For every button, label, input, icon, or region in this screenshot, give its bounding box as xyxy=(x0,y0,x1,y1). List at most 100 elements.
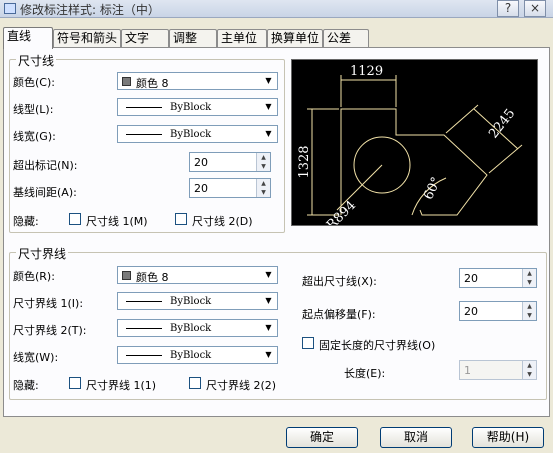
suppress-ext-line-1-label: 尺寸界线 1(1) xyxy=(86,379,157,392)
title-bar: 修改标注样式: 标注（中） ? × xyxy=(0,0,553,18)
extend-beyond-ticks-spinner[interactable]: 20 ▲ ▼ xyxy=(189,152,271,172)
baseline-spacing-value: 20 xyxy=(194,182,208,195)
ext-linetype-1-label: 尺寸界线 1(I): xyxy=(13,297,84,310)
tab-text[interactable]: 文字 xyxy=(121,29,169,48)
dimension-lines-group: 尺寸线 颜色(C): 颜色 8 ▼ 线型(L): ByBlock ▼ 线宽(G)… xyxy=(9,52,285,233)
length-spinner[interactable]: 1 ▲ ▼ xyxy=(459,360,537,380)
preview-dim-text: R894 xyxy=(324,198,359,225)
extend-beyond-dim-spinner[interactable]: 20 ▲ ▼ xyxy=(459,268,537,288)
fixed-length-checkbox[interactable] xyxy=(302,337,314,349)
origin-offset-label: 起点偏移量(F): xyxy=(302,308,376,321)
group-title-extension-lines: 尺寸界线 xyxy=(16,245,69,262)
preview-dim-text: 60° xyxy=(421,175,444,202)
group-title-dimension-lines: 尺寸线 xyxy=(16,52,57,69)
length-value: 1 xyxy=(464,364,471,377)
dim-color-select[interactable]: 颜色 8 ▼ xyxy=(117,72,278,90)
help-button[interactable]: 帮助(H) xyxy=(472,427,544,448)
line-sample xyxy=(126,301,162,302)
close-title-button[interactable]: × xyxy=(524,0,546,17)
ok-button[interactable]: 确定 xyxy=(286,427,358,448)
length-label: 长度(E): xyxy=(344,367,386,380)
ext-linetype-1-select[interactable]: ByBlock ▼ xyxy=(117,292,278,310)
dropdown-arrow-icon: ▼ xyxy=(265,296,272,305)
suppress-ext-line-1-checkbox[interactable] xyxy=(69,377,81,389)
spin-up-icon[interactable]: ▲ xyxy=(522,269,536,278)
preview-dim-text: 1129 xyxy=(350,64,383,79)
suppress-dim-line-1-checkbox[interactable] xyxy=(69,213,81,225)
dropdown-arrow-icon: ▼ xyxy=(265,323,272,332)
line-sample xyxy=(126,328,162,329)
fixed-length-label: 固定长度的尺寸界线(O) xyxy=(319,339,436,352)
ext-lineweight-select[interactable]: ByBlock ▼ xyxy=(117,346,278,364)
preview-pane: 1129 1328 2245 60° R894 xyxy=(291,59,538,233)
ext-color-value: 颜色 8 xyxy=(136,271,169,284)
color-swatch xyxy=(122,271,131,280)
ext-linetype-2-label: 尺寸界线 2(T): xyxy=(13,324,87,337)
spin-up-icon[interactable]: ▲ xyxy=(522,302,536,311)
origin-offset-value: 20 xyxy=(464,305,478,318)
line-sample xyxy=(126,355,162,356)
extend-beyond-dim-label: 超出尺寸线(X): xyxy=(302,275,377,288)
dim-suppress-label: 隐藏: xyxy=(13,215,39,228)
preview-ext-line xyxy=(488,144,523,174)
suppress-ext-line-2-checkbox[interactable] xyxy=(189,377,201,389)
extend-beyond-ticks-label: 超出标记(N): xyxy=(13,159,78,172)
spin-down-icon[interactable]: ▼ xyxy=(522,278,536,287)
extension-lines-group: 尺寸界线 颜色(R): 颜色 8 ▼ 尺寸界线 1(I): ByBlock ▼ … xyxy=(9,245,547,400)
line-sample xyxy=(126,107,162,108)
baseline-spacing-label: 基线间距(A): xyxy=(13,186,77,199)
suppress-ext-line-2-label: 尺寸界线 2(2) xyxy=(206,379,277,392)
spin-up-icon[interactable]: ▲ xyxy=(256,153,270,162)
dim-lineweight-label: 线宽(G): xyxy=(13,130,56,143)
tab-lines[interactable]: 直线 xyxy=(3,27,53,49)
dim-lineweight-value: ByBlock xyxy=(170,129,212,140)
dropdown-arrow-icon: ▼ xyxy=(265,350,272,359)
app-icon xyxy=(4,3,16,14)
ext-color-label: 颜色(R): xyxy=(13,270,55,283)
cancel-button[interactable]: 取消 xyxy=(380,427,452,448)
tab-tolerances[interactable]: 公差 xyxy=(323,29,369,48)
ext-lineweight-value: ByBlock xyxy=(170,350,212,361)
dropdown-arrow-icon: ▼ xyxy=(265,102,272,111)
ext-linetype-2-value: ByBlock xyxy=(170,323,212,334)
preview-ext-line xyxy=(445,104,479,134)
color-swatch xyxy=(122,77,131,86)
preview-dim-text: 1328 xyxy=(297,145,312,178)
suppress-dim-line-2-checkbox[interactable] xyxy=(175,213,187,225)
suppress-dim-line-1-label: 尺寸线 1(M) xyxy=(86,215,148,228)
dim-color-value: 颜色 8 xyxy=(136,77,169,90)
dim-linetype-label: 线型(L): xyxy=(13,103,54,116)
tab-panel: 尺寸线 颜色(C): 颜色 8 ▼ 线型(L): ByBlock ▼ 线宽(G)… xyxy=(3,47,550,417)
spin-down-icon[interactable]: ▼ xyxy=(256,188,270,197)
window-title: 修改标注样式: 标注（中） xyxy=(20,3,160,17)
ext-suppress-label: 隐藏: xyxy=(13,379,39,392)
ext-lineweight-label: 线宽(W): xyxy=(13,351,59,364)
suppress-dim-line-2-label: 尺寸线 2(D) xyxy=(192,215,253,228)
origin-offset-spinner[interactable]: 20 ▲ ▼ xyxy=(459,301,537,321)
line-sample xyxy=(126,134,162,135)
dim-linetype-value: ByBlock xyxy=(170,102,212,113)
spin-up-icon[interactable]: ▲ xyxy=(522,361,536,370)
extend-beyond-dim-value: 20 xyxy=(464,272,478,285)
extend-beyond-ticks-value: 20 xyxy=(194,156,208,169)
dropdown-arrow-icon: ▼ xyxy=(265,76,272,85)
help-title-button[interactable]: ? xyxy=(497,0,519,17)
tab-fit[interactable]: 调整 xyxy=(169,29,217,48)
dim-lineweight-select[interactable]: ByBlock ▼ xyxy=(117,125,278,143)
ext-color-select[interactable]: 颜色 8 ▼ xyxy=(117,266,278,284)
dim-linetype-select[interactable]: ByBlock ▼ xyxy=(117,98,278,116)
dim-color-label: 颜色(C): xyxy=(13,76,55,89)
tab-symbols-arrows[interactable]: 符号和箭头 xyxy=(53,29,121,48)
spin-up-icon[interactable]: ▲ xyxy=(256,179,270,188)
spin-down-icon[interactable]: ▼ xyxy=(256,162,270,171)
spin-down-icon[interactable]: ▼ xyxy=(522,311,536,320)
ext-linetype-2-select[interactable]: ByBlock ▼ xyxy=(117,319,278,337)
tab-primary-units[interactable]: 主单位 xyxy=(217,29,267,48)
preview-outline xyxy=(340,108,488,216)
tab-alternate-units[interactable]: 换算单位 xyxy=(267,29,323,48)
preview-drawing: 1129 1328 2245 60° R894 xyxy=(297,64,523,233)
ext-linetype-1-value: ByBlock xyxy=(170,296,212,307)
baseline-spacing-spinner[interactable]: 20 ▲ ▼ xyxy=(189,178,271,198)
dropdown-arrow-icon: ▼ xyxy=(265,270,272,279)
spin-down-icon[interactable]: ▼ xyxy=(522,370,536,379)
